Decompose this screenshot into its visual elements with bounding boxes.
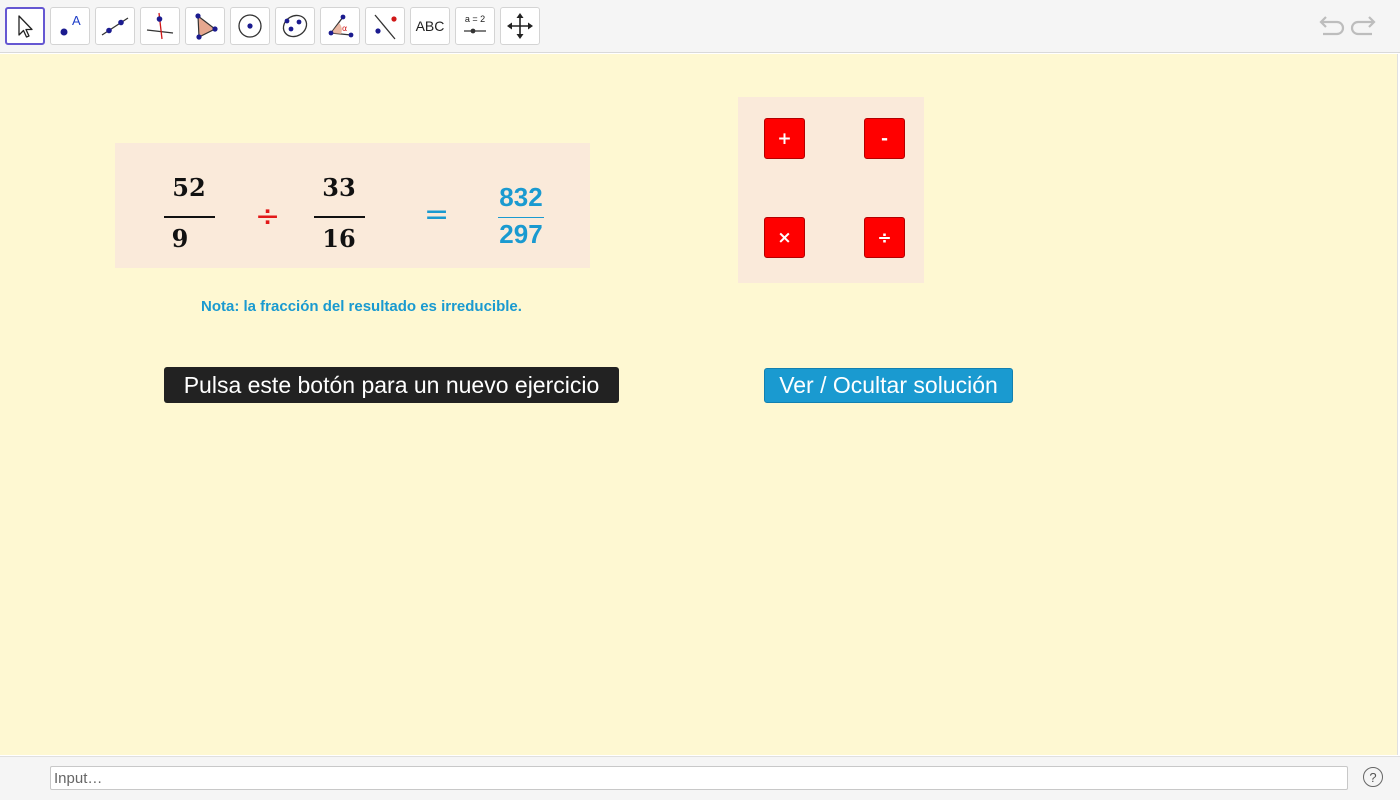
toolbar: A α ABC a = 2 <box>0 0 1400 53</box>
operation-panel: + - × ÷ <box>738 97 924 283</box>
result-numerator: 832 <box>499 182 543 212</box>
input-bar: ? <box>0 756 1400 800</box>
fraction1-bar <box>164 216 215 218</box>
help-icon: ? <box>1369 769 1377 785</box>
svg-text:A: A <box>72 13 81 28</box>
redo-icon <box>1350 16 1376 36</box>
reflect-line-icon <box>374 14 397 40</box>
add-button[interactable]: + <box>764 118 805 159</box>
fraction2-numerator: 33 <box>322 173 356 202</box>
undo-icon <box>1319 16 1345 36</box>
slider-tool-button[interactable]: a = 2 <box>455 7 495 45</box>
perpendicular-line-icon <box>146 12 174 40</box>
division-operator: ÷ <box>255 199 281 234</box>
graphics-canvas[interactable]: 52 9 ÷ 33 16 = 832 297 Nota: la fracción… <box>0 54 1398 755</box>
toggle-solution-button[interactable]: Ver / Ocultar solución <box>764 368 1013 403</box>
algebra-input[interactable] <box>50 766 1348 790</box>
fraction1-numerator: 52 <box>172 173 206 202</box>
equals-sign: = <box>424 197 450 232</box>
undo-button[interactable] <box>1313 12 1345 40</box>
point-tool-button[interactable]: A <box>50 7 90 45</box>
subtract-button[interactable]: - <box>864 118 905 159</box>
ellipse-tool-button[interactable] <box>275 7 315 45</box>
result-denominator: 297 <box>499 219 543 249</box>
angle-icon: α <box>328 14 354 38</box>
new-exercise-button[interactable]: Pulsa este botón para un nuevo ejercicio <box>164 367 619 403</box>
polygon-icon <box>195 13 218 40</box>
exercise-panel: 52 9 ÷ 33 16 = 832 297 <box>115 143 590 268</box>
slider-tool-label: a = 2 <box>465 14 485 24</box>
fraction2-denominator: 16 <box>322 224 356 253</box>
move-graphics-view-button[interactable] <box>500 7 540 45</box>
circle-center-icon <box>238 14 262 38</box>
move-tool-button[interactable] <box>5 7 45 45</box>
polygon-tool-button[interactable] <box>185 7 225 45</box>
irreducible-note: Nota: la fracción del resultado es irred… <box>201 298 522 315</box>
reflect-tool-button[interactable] <box>365 7 405 45</box>
fraction1-denominator: 9 <box>171 224 189 253</box>
pointer-icon <box>18 15 33 38</box>
redo-button[interactable] <box>1350 12 1382 40</box>
multiply-button[interactable]: × <box>764 217 805 258</box>
ellipse-icon <box>282 14 308 38</box>
slider-icon: a = 2 <box>464 14 486 34</box>
text-tool-label: ABC <box>415 18 445 34</box>
divide-button[interactable]: ÷ <box>864 217 905 258</box>
fraction2-bar <box>314 216 365 218</box>
result-bar <box>498 217 544 218</box>
help-button[interactable]: ? <box>1363 767 1383 787</box>
move-arrows-icon <box>507 13 533 39</box>
text-tool-button[interactable]: ABC <box>410 7 450 45</box>
point-icon: A <box>60 13 81 36</box>
line-tool-button[interactable] <box>95 7 135 45</box>
perpendicular-tool-button[interactable] <box>140 7 180 45</box>
svg-text:α: α <box>342 24 347 33</box>
circle-tool-button[interactable] <box>230 7 270 45</box>
line-icon <box>101 17 129 36</box>
angle-tool-button[interactable]: α <box>320 7 360 45</box>
